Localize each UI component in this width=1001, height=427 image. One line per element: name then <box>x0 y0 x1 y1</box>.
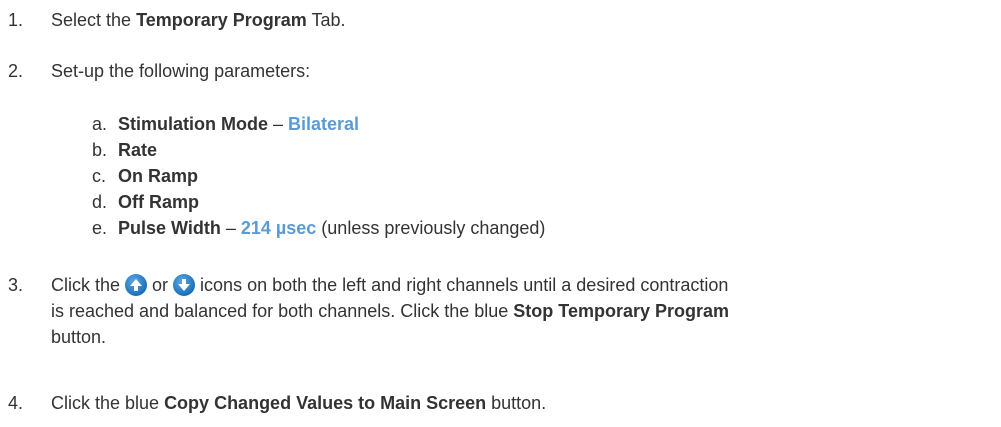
button-name: Copy Changed Values to Main Screen <box>164 393 487 413</box>
step-number: 3. <box>8 275 24 295</box>
param-item: b. Rate <box>92 140 158 160</box>
arrow-up-icon <box>125 274 148 296</box>
instructions-page: 1. Select the Temporary Program Tab. 2. … <box>0 0 1001 427</box>
button-name: Stop Temporary Program <box>513 301 730 321</box>
param-item: e. Pulse Width – 214 µsec (unless previou… <box>92 218 546 238</box>
param-item: a. Stimulation Mode – Bilateral <box>92 114 360 134</box>
param-item: d. Off Ramp <box>92 192 199 212</box>
param-name: Stimulation Mode <box>118 114 268 134</box>
step-number: 1. <box>8 10 24 30</box>
param-name: On Ramp <box>118 166 199 186</box>
arrow-down-icon <box>173 274 196 296</box>
step-text: Click the blue Copy Changed Values to Ma… <box>51 393 547 413</box>
step-text: Select the Temporary Program Tab. <box>51 10 346 30</box>
param-name: Pulse Width <box>118 218 221 238</box>
param-value: Bilateral <box>288 114 360 134</box>
step-text: Click the or icons on both the left and … <box>51 274 730 347</box>
param-item: c. On Ramp <box>92 166 199 186</box>
step-number: 4. <box>8 393 24 413</box>
param-value: 214 µsec <box>240 218 317 238</box>
param-name: Rate <box>118 140 158 160</box>
tab-name: Temporary Program <box>136 10 307 30</box>
step-text: Set-up the following parameters: <box>51 61 311 81</box>
step-number: 2. <box>8 61 24 81</box>
param-name: Off Ramp <box>118 192 199 212</box>
